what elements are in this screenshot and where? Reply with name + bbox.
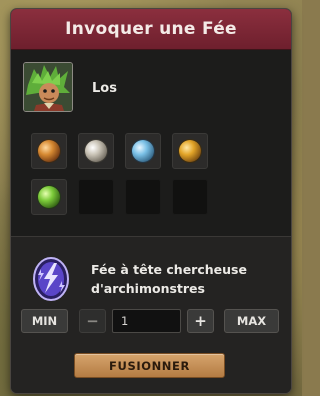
empty-resource-slot[interactable] bbox=[78, 179, 114, 215]
result-item-name: Fée à tête chercheuse d'archimonstres bbox=[91, 262, 247, 296]
orange-orb-icon bbox=[38, 140, 60, 162]
resource-slot[interactable] bbox=[78, 133, 114, 169]
quantity-controls: MIN − + MAX bbox=[11, 309, 291, 335]
result-item-slot[interactable] bbox=[32, 257, 70, 301]
empty-resource-slot[interactable] bbox=[172, 179, 208, 215]
empty-resource-slot[interactable] bbox=[125, 179, 161, 215]
increment-button[interactable]: + bbox=[187, 309, 214, 333]
decrement-button[interactable]: − bbox=[79, 309, 106, 333]
purple-lightning-crystal-icon bbox=[33, 257, 69, 301]
summoner-name: Los bbox=[92, 81, 117, 96]
dialog-title: Invoquer une Fée bbox=[65, 19, 237, 39]
character-portrait-icon bbox=[24, 63, 72, 111]
resource-slot[interactable] bbox=[31, 133, 67, 169]
green-orb-icon bbox=[38, 186, 60, 208]
silver-orb-icon bbox=[85, 140, 107, 162]
summoner-portrait[interactable] bbox=[23, 62, 73, 112]
dialog-titlebar: Invoquer une Fée bbox=[11, 9, 291, 50]
summon-fairy-dialog: Invoquer une Fée Los Fée à tête chercheu… bbox=[10, 8, 292, 394]
fuse-button[interactable]: FUSIONNER bbox=[74, 353, 225, 378]
resource-slot[interactable] bbox=[31, 179, 67, 215]
ingredients-panel: Los bbox=[11, 50, 291, 236]
max-button[interactable]: MAX bbox=[224, 309, 279, 333]
resource-slot[interactable] bbox=[172, 133, 208, 169]
result-panel: Fée à tête chercheuse d'archimonstres MI… bbox=[11, 237, 291, 393]
min-button[interactable]: MIN bbox=[21, 309, 68, 333]
gold-orb-icon bbox=[179, 140, 201, 162]
quantity-input[interactable] bbox=[112, 309, 181, 333]
blue-orb-icon bbox=[132, 140, 154, 162]
resource-slot[interactable] bbox=[125, 133, 161, 169]
